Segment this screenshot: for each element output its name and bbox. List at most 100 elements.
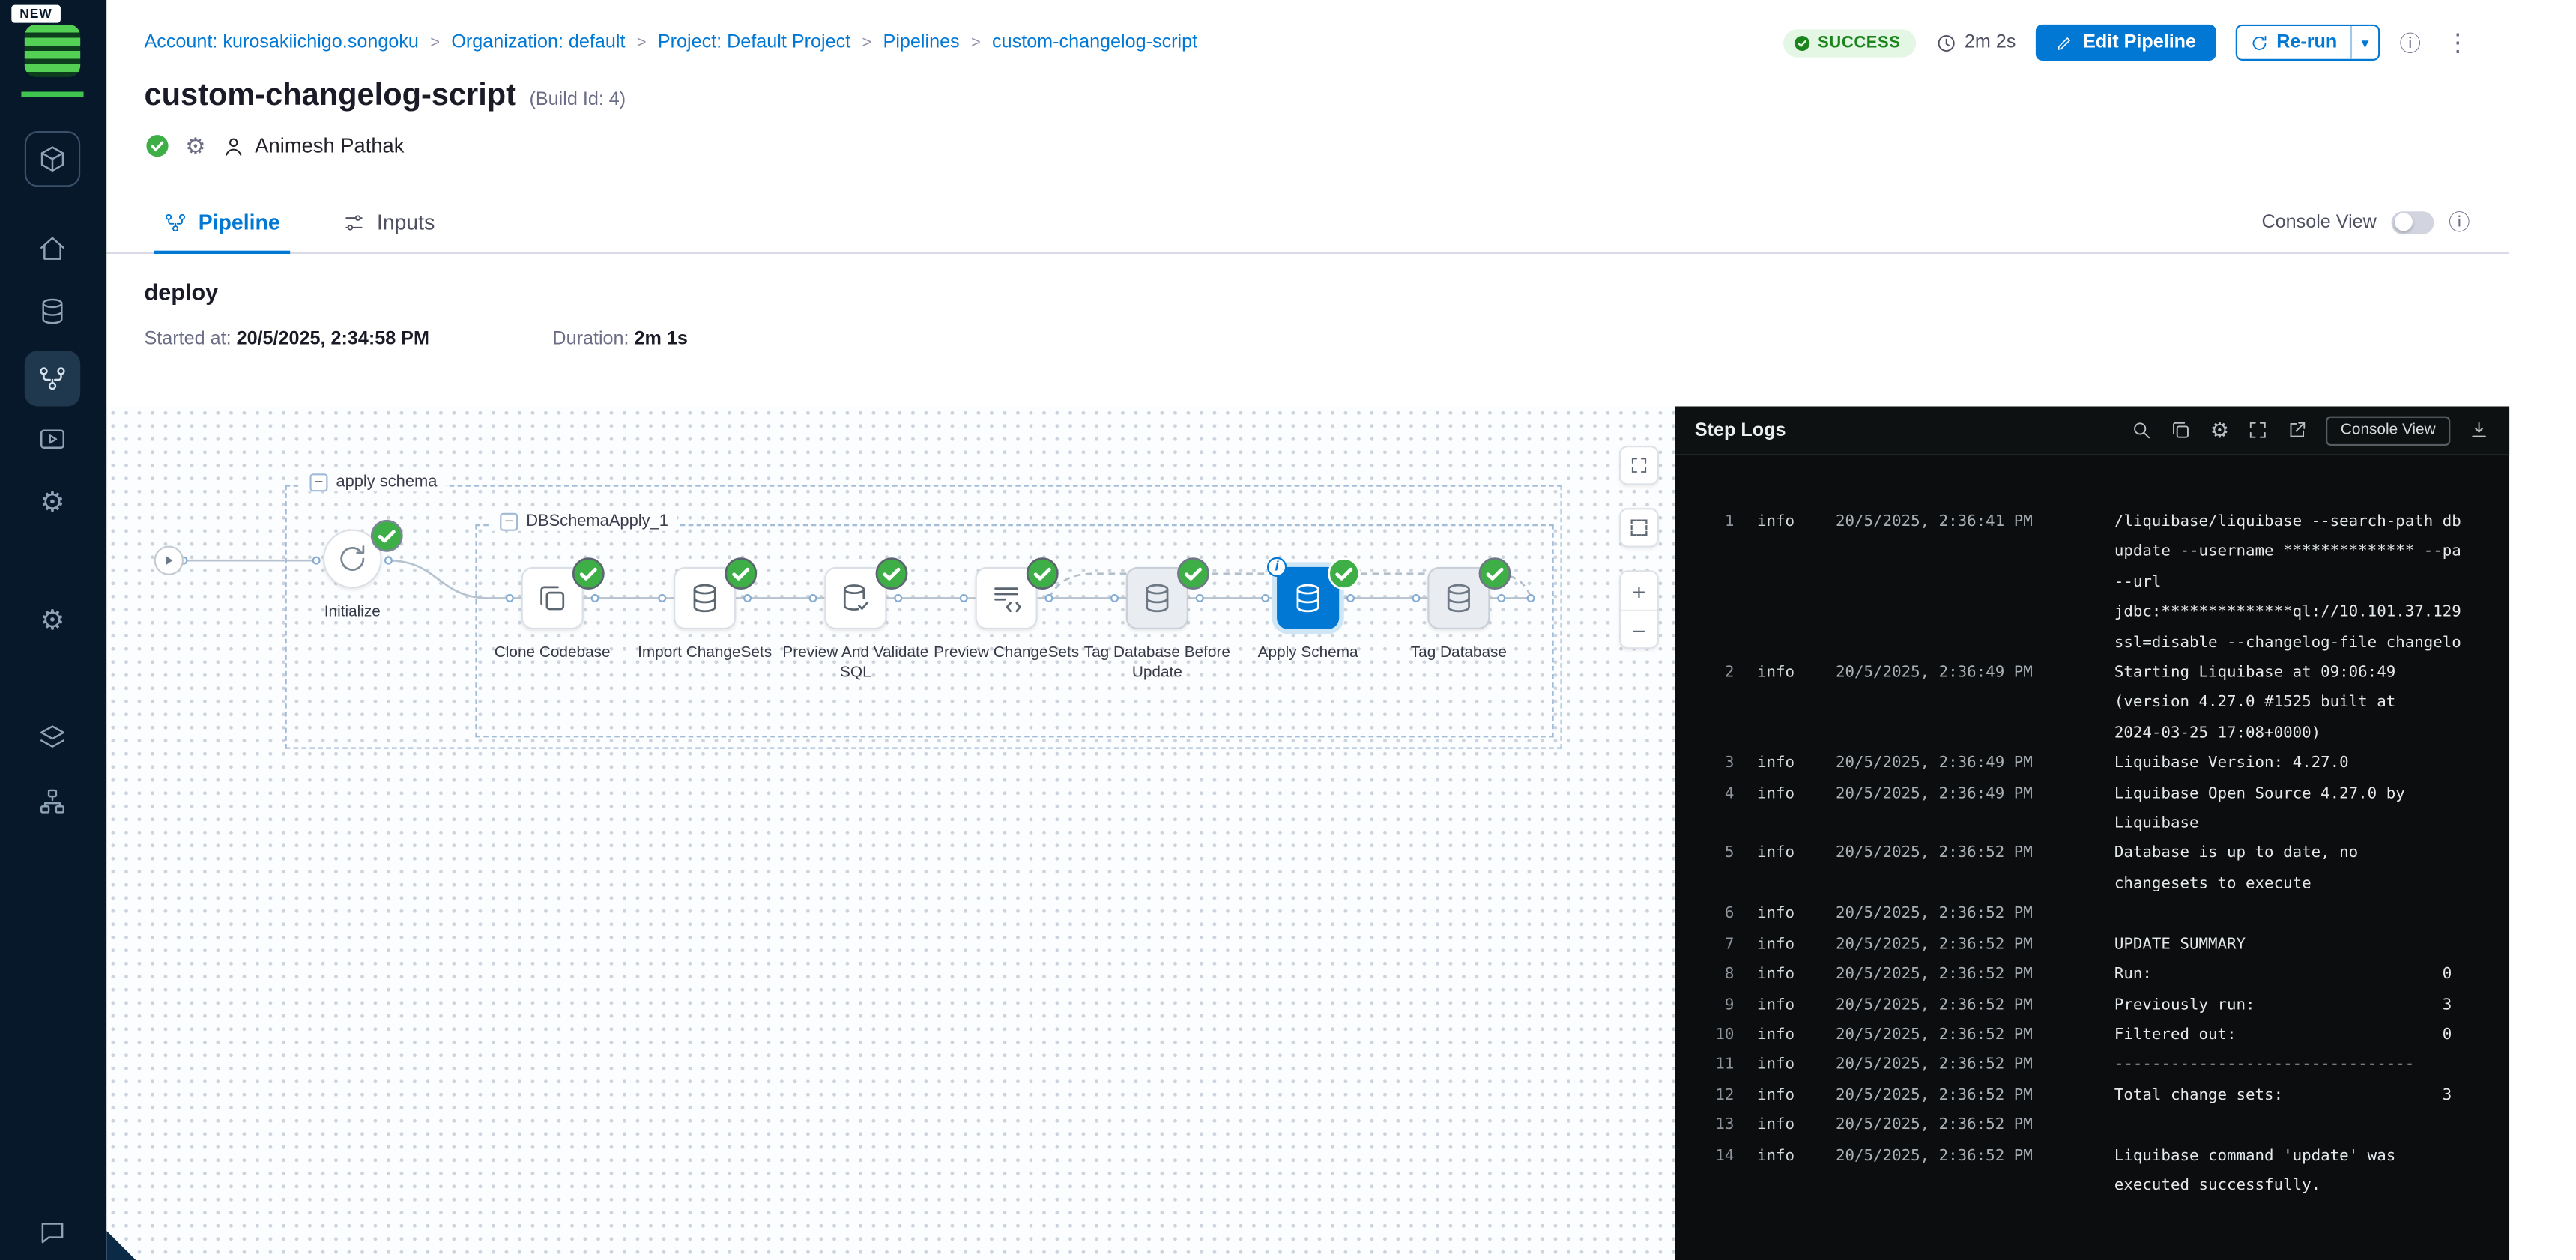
log-line-number: 2 bbox=[1675, 658, 1735, 688]
pipeline-start-node[interactable] bbox=[154, 545, 184, 575]
rerun-main[interactable]: Re-run bbox=[2237, 26, 2350, 59]
log-message: Liquibase Open Source 4.27.0 by bbox=[2114, 779, 2509, 809]
node-card-database[interactable] bbox=[674, 567, 736, 629]
gear-icon: ⚙ bbox=[2210, 420, 2229, 440]
log-message: changesets to execute bbox=[2114, 870, 2509, 900]
log-level: info bbox=[1757, 900, 1806, 930]
log-level: info bbox=[1757, 658, 1806, 688]
stage-duration-label: Duration: bbox=[552, 330, 629, 349]
database-icon bbox=[37, 297, 67, 326]
log-line-number: 8 bbox=[1675, 960, 1735, 990]
node-card-database[interactable] bbox=[1427, 567, 1490, 629]
node-card-sync[interactable] bbox=[323, 530, 382, 589]
node-card-changesets[interactable] bbox=[976, 567, 1038, 629]
sidebar-item-databases[interactable] bbox=[25, 291, 80, 331]
log-level: info bbox=[1757, 1021, 1806, 1051]
edit-pipeline-button[interactable]: Edit Pipeline bbox=[2036, 25, 2216, 61]
node-success-badge bbox=[1026, 557, 1047, 578]
log-level bbox=[1757, 569, 1806, 599]
zoom-in-button[interactable]: + bbox=[1621, 572, 1657, 611]
sidebar-item-help[interactable] bbox=[25, 1213, 80, 1253]
sidebar-item-settings[interactable]: ⚙ bbox=[25, 600, 80, 640]
chat-icon bbox=[37, 1217, 67, 1247]
log-line-number bbox=[1675, 569, 1735, 599]
sidebar-item-triggers[interactable]: ⚙ bbox=[25, 482, 80, 521]
zoom-out-button[interactable]: − bbox=[1621, 611, 1657, 651]
log-line: 1info20/5/2025, 2:36:41 PM/liquibase/liq… bbox=[1675, 508, 2509, 538]
log-line: 4info20/5/2025, 2:36:49 PMLiquibase Open… bbox=[1675, 779, 2509, 809]
info-icon[interactable]: ⓘ bbox=[2449, 211, 2470, 232]
breadcrumb-link[interactable]: Organization: default bbox=[451, 33, 625, 52]
sidebar-item-hierarchy[interactable] bbox=[25, 781, 80, 821]
search-icon bbox=[2132, 420, 2153, 440]
log-settings-button[interactable]: ⚙ bbox=[2210, 420, 2229, 440]
canvas-select-button[interactable] bbox=[1619, 508, 1659, 548]
log-search-button[interactable] bbox=[2132, 420, 2153, 440]
log-fullscreen-button[interactable] bbox=[2247, 420, 2268, 440]
log-line: 8info20/5/2025, 2:36:52 PMRun: 0 bbox=[1675, 960, 2509, 990]
info-icon[interactable]: ⓘ bbox=[2399, 32, 2420, 53]
log-message: Liquibase bbox=[2114, 810, 2509, 840]
breadcrumb-link[interactable]: Account: kurosakiichigo.songoku bbox=[145, 33, 419, 52]
node-card-database[interactable] bbox=[1126, 567, 1188, 629]
breadcrumb-link[interactable]: custom-changelog-script bbox=[992, 33, 1197, 52]
fullscreen-icon bbox=[2247, 420, 2268, 440]
breadcrumb-separator-icon: > bbox=[430, 34, 440, 52]
gear-icon[interactable]: ⚙ bbox=[185, 134, 205, 157]
pipeline-canvas[interactable]: − apply schema − DBSchemaApply_1 Init bbox=[106, 407, 1675, 1260]
success-check-icon bbox=[725, 557, 758, 590]
kebab-menu-icon[interactable]: ⋮ bbox=[2440, 30, 2475, 55]
fullscreen-icon bbox=[1629, 455, 1648, 475]
top-bar: Account: kurosakiichigo.songoku > Organiza… bbox=[145, 21, 2476, 64]
rerun-button[interactable]: Re-run ▾ bbox=[2236, 25, 2380, 61]
log-timestamp: 20/5/2025, 2:36:52 PM bbox=[1836, 1142, 2065, 1172]
pipeline-node: Preview And Validate SQL bbox=[781, 567, 929, 685]
collapse-icon[interactable]: − bbox=[309, 473, 327, 491]
refresh-icon bbox=[2250, 34, 2268, 52]
log-line-number: 13 bbox=[1675, 1111, 1735, 1141]
node-card-database-check[interactable] bbox=[824, 567, 886, 629]
sidebar-item-environments[interactable] bbox=[25, 718, 80, 757]
log-console-view-button[interactable]: Console View bbox=[2326, 416, 2450, 445]
node-label: Import ChangeSets bbox=[631, 644, 778, 664]
log-level: info bbox=[1757, 508, 1806, 538]
log-timestamp: 20/5/2025, 2:36:52 PM bbox=[1836, 840, 2065, 870]
node-card-database[interactable]: i bbox=[1277, 567, 1339, 629]
log-timestamp: 20/5/2025, 2:36:52 PM bbox=[1836, 1021, 2065, 1051]
canvas-fullscreen-button[interactable] bbox=[1619, 446, 1659, 485]
sidebar-item-modules[interactable] bbox=[25, 131, 80, 187]
database-check-icon bbox=[839, 582, 872, 615]
log-timestamp: 20/5/2025, 2:36:52 PM bbox=[1836, 1051, 2065, 1081]
log-line-number bbox=[1675, 629, 1735, 658]
breadcrumb-separator-icon: > bbox=[862, 34, 871, 52]
log-body[interactable]: 1info20/5/2025, 2:36:41 PM/liquibase/liq… bbox=[1675, 455, 2509, 1260]
tab-inputs[interactable]: Inputs bbox=[333, 192, 445, 252]
tab-pipeline[interactable]: Pipeline bbox=[154, 192, 290, 252]
main-area: Account: kurosakiichigo.songoku > Organiza… bbox=[106, 0, 2509, 1260]
log-open-new-tab-button[interactable] bbox=[2287, 420, 2308, 440]
log-timestamp: 20/5/2025, 2:36:52 PM bbox=[1836, 1111, 2065, 1141]
sidebar-item-pipelines[interactable] bbox=[25, 351, 80, 406]
success-check-icon bbox=[1177, 557, 1210, 590]
sidebar-item-executions[interactable] bbox=[25, 420, 80, 459]
sidebar-item-home[interactable] bbox=[25, 229, 80, 269]
collapse-icon[interactable]: − bbox=[500, 513, 518, 531]
breadcrumb-link[interactable]: Pipelines bbox=[883, 33, 960, 52]
node-success-badge bbox=[370, 519, 391, 540]
status-label: SUCCESS bbox=[1818, 34, 1900, 52]
stage-duration-value: 2m 1s bbox=[635, 330, 688, 349]
user-icon bbox=[220, 133, 245, 158]
log-level bbox=[1757, 1172, 1806, 1202]
node-success-badge bbox=[1478, 557, 1499, 578]
log-copy-button[interactable] bbox=[2171, 420, 2192, 440]
breadcrumb-link[interactable]: Project: Default Project bbox=[658, 33, 850, 52]
play-icon bbox=[163, 554, 176, 567]
canvas-corner-handle[interactable] bbox=[106, 1231, 136, 1260]
log-header: Step Logs ⚙ Cons bbox=[1675, 407, 2509, 456]
log-message: executed successfully. bbox=[2114, 1172, 2509, 1202]
rerun-dropdown-caret[interactable]: ▾ bbox=[2350, 26, 2378, 59]
node-card-clone[interactable] bbox=[521, 567, 584, 629]
log-message: -------------------------------- bbox=[2114, 1051, 2509, 1081]
log-download-button[interactable] bbox=[2468, 420, 2489, 440]
console-view-toggle[interactable] bbox=[2392, 210, 2434, 234]
